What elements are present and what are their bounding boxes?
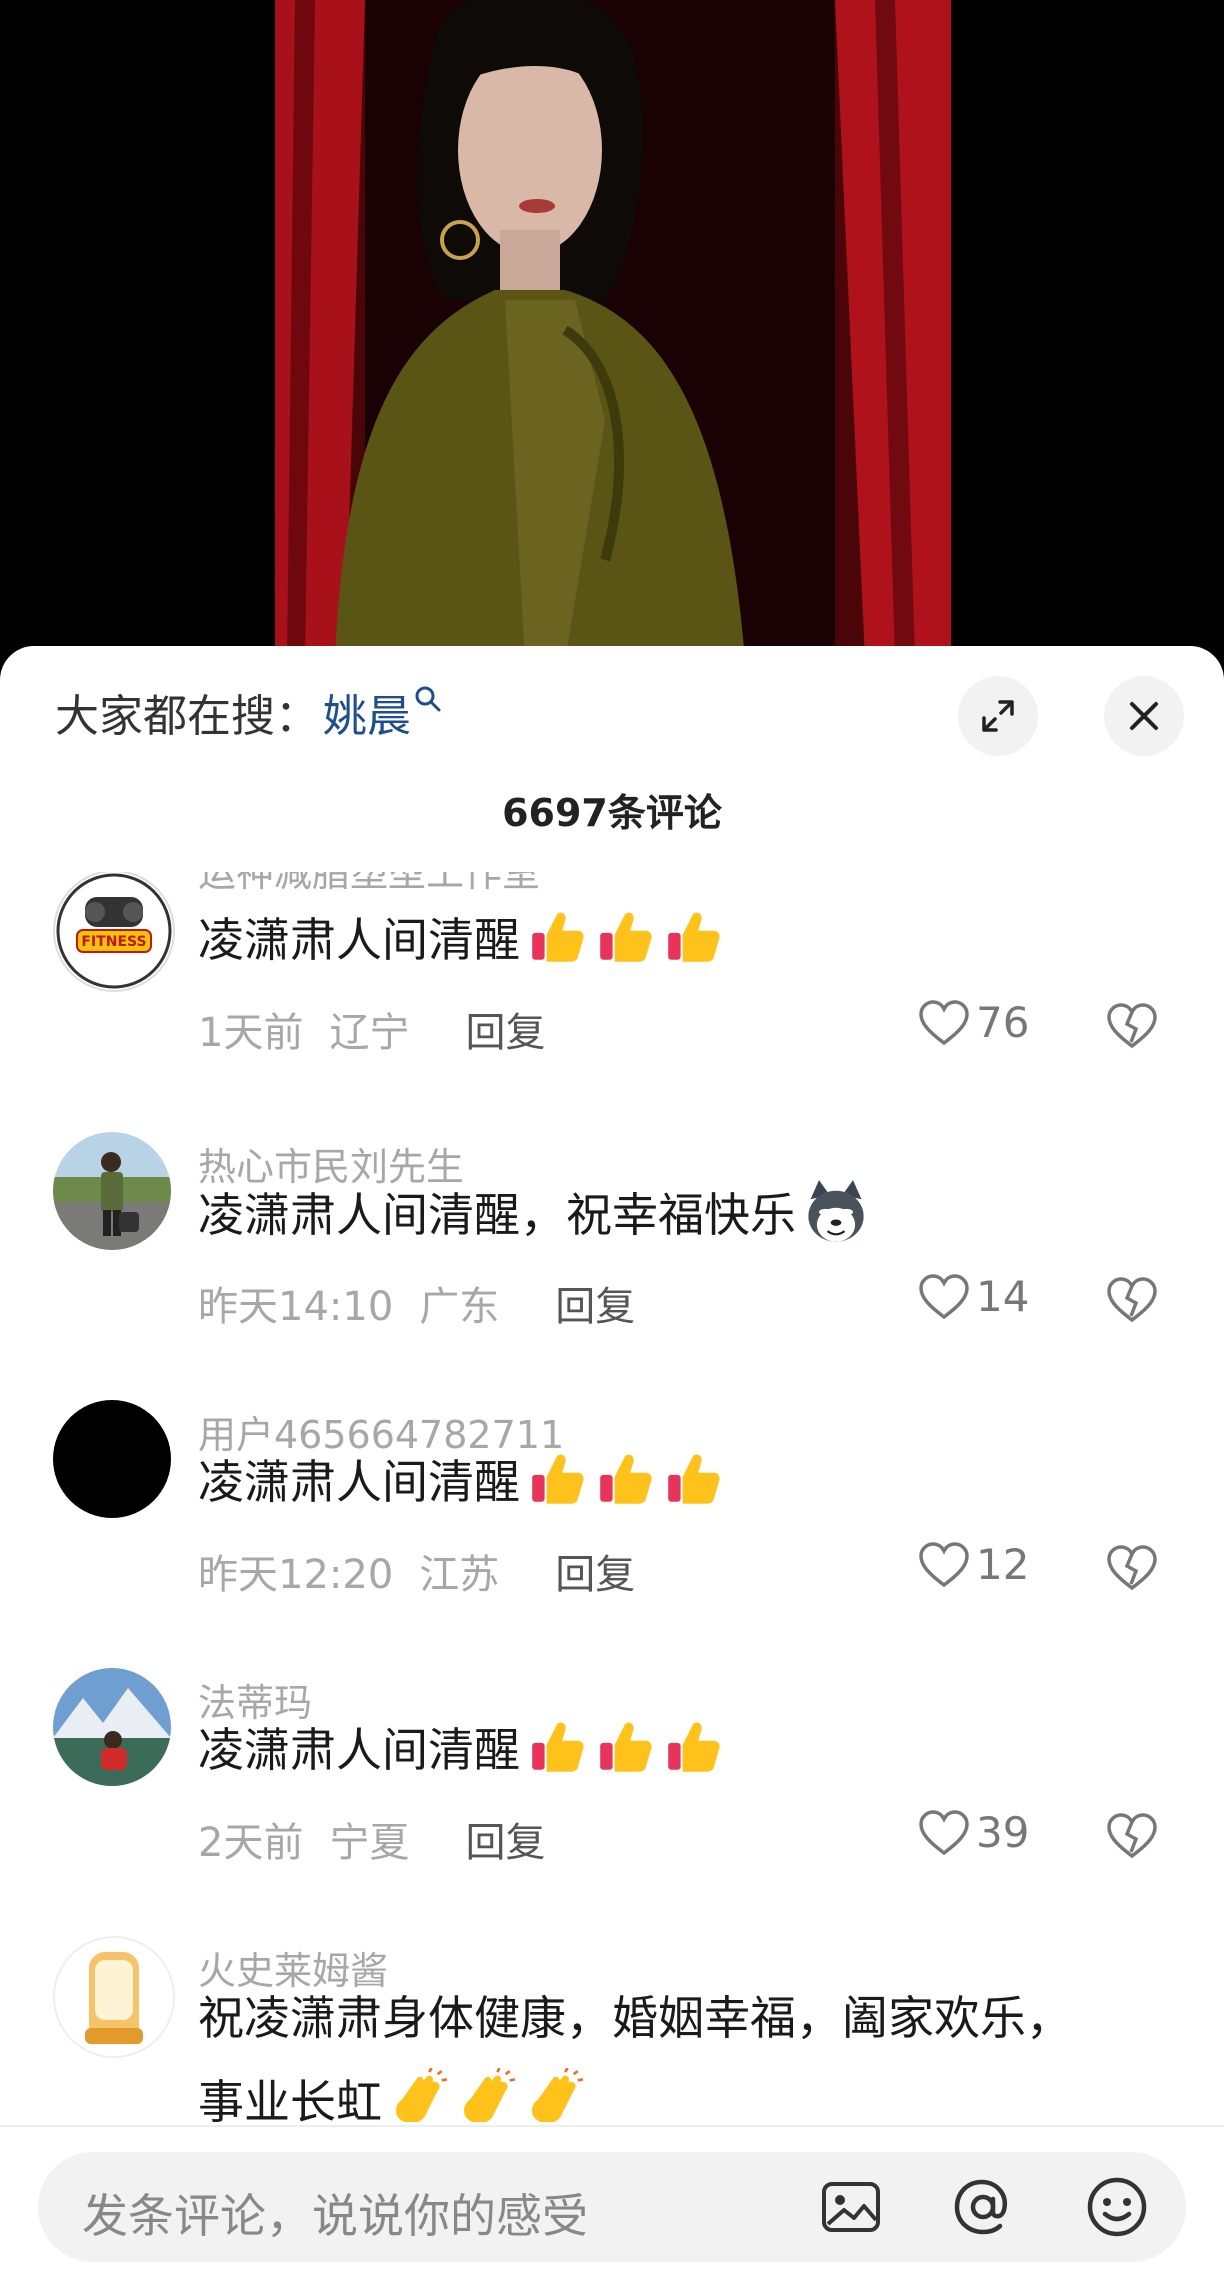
reply-button[interactable]: 回复 xyxy=(465,1810,545,1868)
like-button[interactable]: 76 xyxy=(918,998,1029,1047)
clapping-hands-icon xyxy=(396,2068,448,2122)
video-frame xyxy=(275,0,951,660)
avatar[interactable] xyxy=(53,1936,175,2058)
comment-item: FITNESS 运神减脂塑型工作室 凌潇肃人间清醒 1天前 辽宁 回复 76 xyxy=(0,872,1224,1132)
image-icon[interactable] xyxy=(818,2174,884,2240)
comment-text: 凌潇肃人间清醒 xyxy=(198,1455,520,1509)
like-button[interactable]: 12 xyxy=(918,1540,1029,1589)
expand-button[interactable] xyxy=(958,676,1038,756)
comment-text: 凌潇肃人间清醒 xyxy=(198,913,520,967)
thumbs-up-icon xyxy=(600,912,652,962)
comment-text-row: 凌潇肃人间清醒，祝幸福快乐 xyxy=(198,1178,870,1246)
comment-count: 6697条评论 xyxy=(502,791,722,835)
comment-author[interactable]: 运神减脂塑型工作室 xyxy=(198,872,540,897)
thumbs-up-icon xyxy=(532,1454,584,1504)
comment-sheet: 大家都在搜： 姚晨 6697条评论 FITNESS 运神减脂塑型工作室 凌潇肃人… xyxy=(0,646,1224,2272)
heart-icon xyxy=(919,1809,969,1855)
like-button[interactable]: 14 xyxy=(918,1272,1029,1321)
comment-text: 凌潇肃人间清醒 xyxy=(198,1723,520,1777)
search-icon xyxy=(415,686,441,712)
comment-location: 江苏 xyxy=(419,1552,500,1598)
comment-list[interactable]: FITNESS 运神减脂塑型工作室 凌潇肃人间清醒 1天前 辽宁 回复 76 热… xyxy=(0,872,1224,2122)
like-count: 39 xyxy=(976,1808,1030,1857)
comment-time: 2天前 xyxy=(198,1820,304,1866)
heart-icon xyxy=(919,1273,969,1319)
like-count: 14 xyxy=(976,1272,1030,1321)
thumbs-up-icon xyxy=(668,1454,720,1504)
husky-face-icon xyxy=(808,1180,864,1242)
close-button[interactable] xyxy=(1104,676,1184,756)
close-icon xyxy=(1130,702,1158,730)
comment-text-row: 凌潇肃人间清醒 xyxy=(198,904,724,970)
expand-icon xyxy=(982,700,1014,732)
thumbs-up-icon xyxy=(600,1454,652,1504)
heart-icon xyxy=(919,999,969,1045)
heart-icon xyxy=(919,1541,969,1587)
avatar[interactable] xyxy=(53,1668,171,1786)
thumbs-up-icon xyxy=(600,1722,652,1772)
broken-heart-icon[interactable] xyxy=(1106,1812,1158,1860)
thumbs-up-icon xyxy=(532,1722,584,1772)
comment-input[interactable]: 发条评论，说说你的感受 xyxy=(38,2152,1186,2262)
avatar[interactable] xyxy=(53,1400,171,1518)
like-count: 12 xyxy=(976,1540,1030,1589)
broken-heart-icon[interactable] xyxy=(1106,1002,1158,1050)
comment-item: 用户465664782711 凌潇肃人间清醒 昨天12:20 江苏 回复 12 xyxy=(0,1400,1224,1668)
reply-button[interactable]: 回复 xyxy=(555,1542,635,1600)
trending-search[interactable]: 大家都在搜： 姚晨 xyxy=(55,682,443,742)
comment-text-row: 事业长虹 xyxy=(198,2066,586,2122)
thumbs-up-icon xyxy=(532,912,584,962)
comment-location: 宁夏 xyxy=(329,1820,410,1866)
comment-meta: 昨天14:10 广东 回复 xyxy=(198,1274,661,1332)
broken-heart-icon[interactable] xyxy=(1106,1276,1158,1324)
comment-text-row: 凌潇肃人间清醒 xyxy=(198,1714,724,1780)
like-button[interactable]: 39 xyxy=(918,1808,1029,1857)
svg-text:FITNESS: FITNESS xyxy=(81,934,146,950)
like-count: 76 xyxy=(976,998,1030,1047)
comment-item: 法蒂玛 凌潇肃人间清醒 2天前 宁夏 回复 39 xyxy=(0,1668,1224,1936)
avatar[interactable]: FITNESS xyxy=(53,872,175,992)
reply-button[interactable]: 回复 xyxy=(465,1000,545,1058)
video-player[interactable] xyxy=(0,0,1224,660)
trending-search-term[interactable]: 姚晨 xyxy=(323,680,411,744)
reply-button[interactable]: 回复 xyxy=(555,1274,635,1332)
thumbs-up-icon xyxy=(668,912,720,962)
at-mention-icon[interactable] xyxy=(950,2174,1016,2240)
clapping-hands-icon xyxy=(532,2068,584,2122)
clapping-hands-icon xyxy=(464,2068,516,2122)
comment-meta: 1天前 辽宁 回复 xyxy=(198,1000,571,1058)
avatar[interactable] xyxy=(53,1132,171,1250)
comment-text: 凌潇肃人间清醒，祝幸福快乐 xyxy=(198,1188,796,1242)
emoji-icon[interactable] xyxy=(1084,2174,1150,2240)
comment-time: 昨天12:20 xyxy=(198,1552,394,1598)
comment-item: 热心市民刘先生 凌潇肃人间清醒，祝幸福快乐 昨天14:10 广东 回复 14 xyxy=(0,1132,1224,1400)
comment-text-line-2: 事业长虹 xyxy=(198,2075,382,2122)
comment-location: 广东 xyxy=(419,1284,500,1330)
comment-input-placeholder: 发条评论，说说你的感受 xyxy=(82,2189,588,2243)
comment-location: 辽宁 xyxy=(329,1010,410,1056)
thumbs-up-icon xyxy=(668,1722,720,1772)
comment-time: 1天前 xyxy=(198,1010,304,1056)
comment-item: 火史莱姆酱 祝凌潇肃身体健康，婚姻幸福，阖家欢乐， 事业长虹 xyxy=(0,1936,1224,2122)
comment-text: 祝凌潇肃身体健康，婚姻幸福，阖家欢乐， xyxy=(198,1991,1072,2045)
trending-search-label: 大家都在搜： xyxy=(55,691,319,742)
comment-meta: 昨天12:20 江苏 回复 xyxy=(198,1542,661,1600)
divider xyxy=(0,2125,1224,2127)
comment-text-row: 凌潇肃人间清醒 xyxy=(198,1446,724,1512)
broken-heart-icon[interactable] xyxy=(1106,1544,1158,1592)
comment-meta: 2天前 宁夏 回复 xyxy=(198,1810,571,1868)
comment-time: 昨天14:10 xyxy=(198,1284,394,1330)
